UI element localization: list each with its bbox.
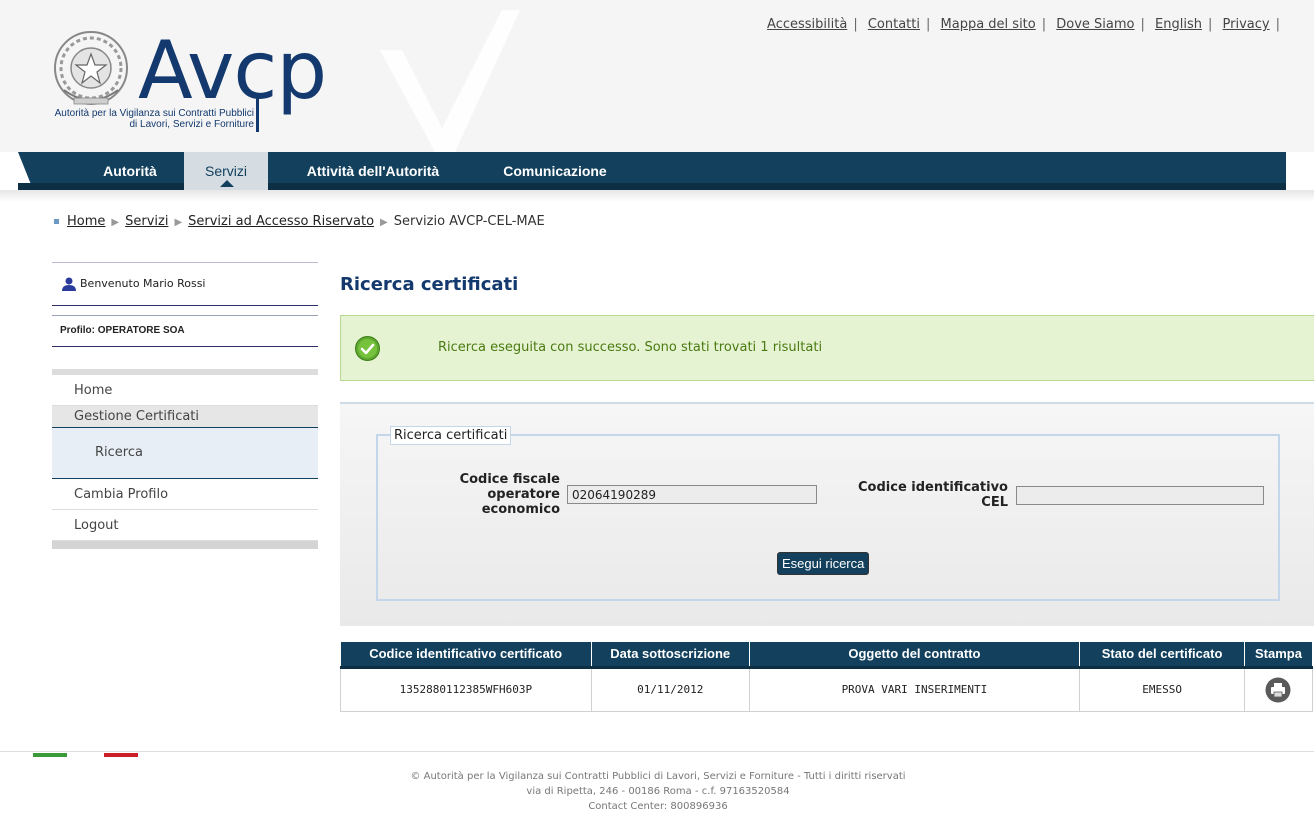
footer-divider	[0, 751, 1314, 752]
sidebar-welcome: Benvenuto Mario Rossi	[52, 262, 318, 306]
flag-green-stripe	[33, 753, 67, 757]
search-fieldset: Ricerca certificati Codice fiscale opera…	[376, 426, 1280, 601]
logo-wordmark: Avcp	[138, 24, 327, 117]
codice-fiscale-label-line3: economico	[481, 502, 560, 517]
sidebar-item-cambia-profilo[interactable]: Cambia Profilo	[52, 479, 318, 510]
welcome-text: Benvenuto Mario Rossi	[80, 277, 206, 290]
chevron-right-icon: ▶	[174, 217, 183, 228]
nav-item-attivita[interactable]: Attività dell'Autorità	[278, 152, 468, 190]
results-table: Codice identificativo certificato Data s…	[340, 642, 1314, 712]
footer-address: via di Ripetta, 246 - 00186 Roma - c.f. …	[526, 786, 790, 797]
separator: |	[1275, 17, 1280, 32]
user-icon	[62, 277, 76, 291]
breadcrumb-accesso-riservato[interactable]: Servizi ad Accesso Riservato	[188, 214, 374, 229]
separator: |	[1208, 17, 1213, 32]
printer-icon[interactable]	[1265, 677, 1291, 703]
col-stato-certificato[interactable]: Stato del certificato	[1079, 642, 1245, 669]
breadcrumb-current: Servizio AVCP-CEL-MAE	[393, 214, 545, 229]
link-contatti[interactable]: Contatti	[868, 17, 920, 32]
nav-shadow	[0, 190, 1314, 202]
col-stampa[interactable]: Stampa	[1244, 642, 1314, 669]
link-english[interactable]: English	[1155, 17, 1202, 32]
cell-data: 01/11/2012	[591, 667, 750, 712]
separator: |	[925, 17, 931, 32]
sidebar-profile: Profilo: OPERATORE SOA	[52, 315, 318, 347]
chevron-right-icon: ▶	[111, 217, 120, 228]
logo-subtitle-line1: Autorità per la Vigilanza sui Contratti …	[54, 108, 254, 119]
codice-fiscale-input[interactable]	[567, 485, 817, 504]
site-header: Avcp Autorità per la Vigilanza sui Contr…	[0, 0, 1314, 152]
codice-cel-label-line2: CEL	[981, 495, 1008, 510]
table-row: 1352880112385WFH603P 01/11/2012 PROVA VA…	[340, 667, 1314, 712]
italian-republic-emblem-icon	[54, 31, 128, 105]
breadcrumb-bullet-icon	[54, 219, 59, 224]
chevron-right-icon: ▶	[380, 217, 388, 228]
sidebar-menu: Home Gestione Certificati Ricerca Cambia…	[52, 369, 318, 549]
link-privacy[interactable]: Privacy	[1223, 17, 1270, 32]
separator: |	[853, 17, 858, 32]
success-message-box: Ricerca eseguita con successo. Sono stat…	[340, 315, 1314, 381]
sidebar-menu-bottombar	[52, 541, 318, 549]
cell-stampa	[1244, 667, 1314, 712]
search-fieldset-legend: Ricerca certificati	[390, 426, 512, 445]
check-circle-icon	[355, 336, 380, 361]
link-mappa-del-sito[interactable]: Mappa del sito	[941, 17, 1036, 32]
logo-divider	[256, 98, 259, 132]
separator: |	[1041, 17, 1047, 32]
col-data-sottoscrizione[interactable]: Data sottoscrizione	[591, 642, 750, 669]
link-dove-siamo[interactable]: Dove Siamo	[1056, 17, 1134, 32]
sidebar-item-home[interactable]: Home	[52, 375, 318, 406]
codice-cel-input[interactable]	[1016, 486, 1264, 505]
separator: |	[1140, 17, 1145, 32]
logo-subtitle-line2: di Lavori, Servizi e Forniture	[129, 119, 255, 130]
col-oggetto-contratto[interactable]: Oggetto del contratto	[749, 642, 1081, 669]
search-panel: Ricerca certificati Codice fiscale opera…	[340, 402, 1314, 626]
footer-contact: Contact Center: 800896936	[588, 801, 728, 812]
codice-cel-label: Codice identificativo CEL	[818, 480, 1008, 510]
table-header-row: Codice identificativo certificato Data s…	[340, 642, 1314, 669]
sidebar-group-gestione-certificati[interactable]: Gestione Certificati	[52, 406, 318, 428]
sidebar-item-ricerca[interactable]: Ricerca	[52, 428, 318, 479]
esegui-ricerca-button[interactable]: Esegui ricerca	[777, 552, 870, 575]
nav-item-comunicazione[interactable]: Comunicazione	[490, 152, 620, 190]
sidebar-item-logout[interactable]: Logout	[52, 510, 318, 541]
footer-copyright: © Autorità per la Vigilanza sui Contratt…	[410, 771, 906, 782]
active-nav-caret-icon	[220, 180, 234, 187]
codice-fiscale-label: Codice fiscale operatore economico	[418, 472, 560, 517]
success-message-text: Ricerca eseguita con successo. Sono stat…	[438, 340, 823, 355]
breadcrumb-servizi[interactable]: Servizi	[125, 214, 168, 229]
checkmark-watermark	[380, 10, 520, 152]
cell-codice: 1352880112385WFH603P	[340, 667, 592, 712]
avcp-logo[interactable]: Avcp Autorità per la Vigilanza sui Contr…	[46, 24, 336, 138]
flag-red-stripe	[104, 753, 138, 757]
codice-cel-label-line1: Codice identificativo	[858, 480, 1008, 495]
top-links: Accessibilità | Contatti | Mappa del sito |…	[767, 17, 1286, 32]
footer: © Autorità per la Vigilanza sui Contratt…	[0, 769, 1314, 814]
page-title: Ricerca certificati	[340, 274, 519, 295]
cell-stato: EMESSO	[1079, 667, 1245, 712]
nav-item-autorita[interactable]: Autorità	[80, 152, 180, 190]
breadcrumb: Home ▶ Servizi ▶ Servizi ad Accesso Riservat…	[54, 214, 545, 229]
codice-fiscale-label-line1: Codice fiscale	[459, 472, 560, 487]
link-accessibilita[interactable]: Accessibilità	[767, 17, 847, 32]
breadcrumb-home[interactable]: Home	[67, 214, 105, 229]
codice-fiscale-label-line2: operatore	[487, 487, 560, 502]
logo-subtitle: Autorità per la Vigilanza sui Contratti …	[46, 108, 254, 130]
col-codice-certificato[interactable]: Codice identificativo certificato	[340, 642, 592, 669]
cell-oggetto: PROVA VARI INSERIMENTI	[749, 667, 1081, 712]
